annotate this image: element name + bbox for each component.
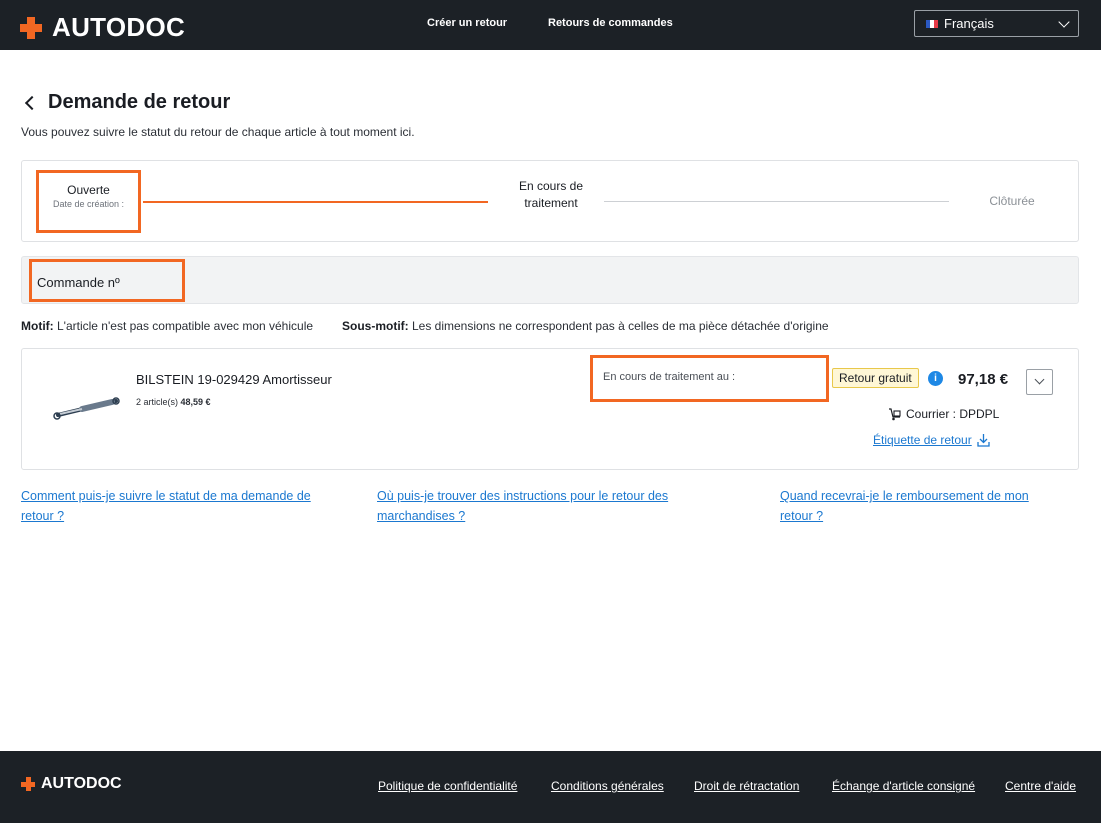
footer-link-terms[interactable]: Conditions générales [551,779,664,793]
product-name[interactable]: BILSTEIN 19-029429 Amortisseur [136,372,332,387]
faq-link-track-status[interactable]: Comment puis-je suivre le statut de ma d… [21,486,311,526]
reason-label: Motif: [21,319,54,333]
logo-text: AUTODOC [52,12,186,42]
expand-item-button[interactable] [1026,369,1053,395]
back-arrow-icon[interactable] [24,95,40,111]
sub-reason-value: Les dimensions ne correspondent pas à ce… [408,319,829,333]
progress-line-completed [143,201,488,203]
unit-price: 48,59 € [180,397,211,407]
footer-link-help-center[interactable]: Centre d'aide [1005,779,1076,793]
footer: AUTODOC Politique de confidentialité Con… [0,751,1101,823]
french-flag-icon [926,19,938,28]
progress-line-pending [604,201,949,202]
nav-create-return[interactable]: Créer un retour [427,17,507,29]
sub-reason-label: Sous-motif: [342,319,409,333]
faq-link-line: retour ? [21,509,65,523]
faq-link-line: Comment puis-je suivre le statut de ma d… [21,489,311,503]
top-navbar: AUTODOC Créer un retour Retours de comma… [0,0,1101,50]
language-select[interactable]: Français [914,10,1079,37]
courier-info: Courrier : DPDPL [888,407,999,421]
faq-link-line: Où puis-je trouver des instructions pour… [377,489,669,503]
reason-value: L'article n'est pas compatible avec mon … [53,319,314,333]
creation-date-label: Date de création : [52,199,125,209]
faq-link-line: retour ? [780,509,824,523]
step-closed-label: Clôturée [989,194,1035,208]
info-icon[interactable]: i [928,371,943,386]
sub-reason: Sous-motif: Les dimensions ne correspond… [342,319,829,333]
faq-link-return-instructions[interactable]: Où puis-je trouver des instructions pour… [377,486,668,526]
step-opened: Ouverte Date de création : [36,170,141,233]
trolley-icon [889,407,901,420]
product-quantity: 2 article(s) 48,59 € [136,397,211,407]
chevron-down-icon [1058,16,1070,28]
footer-link-privacy[interactable]: Politique de confidentialité [378,779,517,793]
return-label-text: Étiquette de retour [873,433,972,447]
footer-link-core-exchange[interactable]: Échange d'article consigné [832,779,975,793]
download-icon [977,434,990,447]
language-value: Français [944,16,994,31]
order-number-bar: Commande nº [21,256,1079,304]
plus-logo-icon [20,16,42,39]
step-processing-label: En cours de traitement [518,179,584,210]
faq-link-line: Quand recevrai-je le remboursement de mo… [780,489,1029,503]
step-opened-label: Ouverte [67,183,110,197]
reason: Motif: L'article n'est pas compatible av… [21,319,313,333]
footer-logo-text: AUTODOC [41,775,122,792]
plus-logo-icon [21,777,35,791]
page-title: Demande de retour [48,91,231,113]
nav-order-returns[interactable]: Retours de commandes [548,17,673,29]
return-status-stepper: Ouverte Date de création : En cours de t… [21,160,1079,242]
footer-logo[interactable]: AUTODOC [21,775,122,793]
faq-link-refund-timing[interactable]: Quand recevrai-je le remboursement de mo… [780,486,1029,526]
shock-absorber-image [53,397,120,420]
processing-status-label: En cours de traitement au : [590,355,829,402]
footer-link-withdrawal[interactable]: Droit de rétractation [694,779,799,793]
quantity-text: 2 article(s) [136,397,179,407]
return-item-card: BILSTEIN 19-029429 Amortisseur 2 article… [21,348,1079,470]
autodoc-logo[interactable]: AUTODOC [20,12,185,43]
courier-text: Courrier : DPDPL [906,407,1000,421]
free-return-badge: Retour gratuit [832,368,919,388]
return-label-link[interactable]: Étiquette de retour [873,433,990,447]
order-number-label: Commande nº [29,259,185,302]
item-total-price: 97,18 € [958,371,1009,388]
faq-link-line: marchandises ? [377,509,466,523]
page-subtitle: Vous pouvez suivre le statut du retour d… [21,125,415,139]
